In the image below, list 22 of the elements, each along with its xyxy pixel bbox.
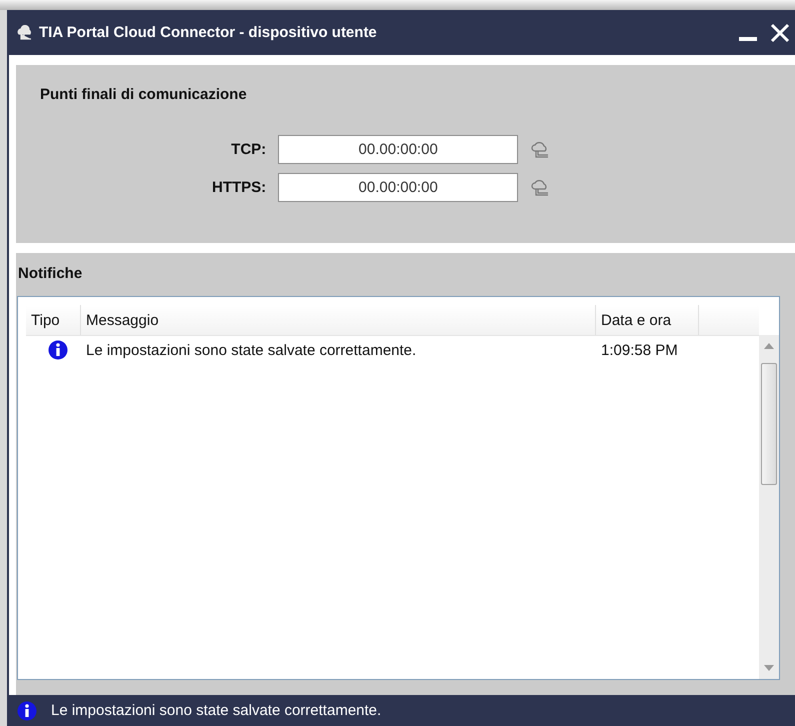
window-title: TIA Portal Cloud Connector - dispositivo utente [39,24,377,41]
field-label: HTTPS: [212,179,266,196]
close-icon[interactable] [769,22,791,44]
table-cell-text: 1:09:58 PM [600,342,679,358]
section-title: Notifiche [17,264,84,282]
section-title: Punti finali di comunicazione [40,85,248,103]
column-header[interactable]: Data e ora [596,305,699,335]
field-label: TCP: [230,141,266,158]
status-message: Le impostazioni sono state salvate correttamente. [51,702,382,719]
scroll-up-icon[interactable] [764,343,774,349]
endpoint-field[interactable]: 00.00:00:00 [278,173,518,202]
scrollbar[interactable] [759,335,779,679]
column-header[interactable]: Messaggio [81,305,596,335]
cloud-icon[interactable] [530,178,550,198]
table-cell-text: Le impostazioni sono state salvate correttamente. [85,342,418,358]
scroll-thumb[interactable] [761,363,777,485]
column-header[interactable]: Tipo [26,305,81,335]
scroll-down-icon[interactable] [764,665,774,671]
info-icon [48,340,68,360]
info-icon [17,700,37,720]
endpoint-field[interactable]: 00.00:00:00 [278,135,518,164]
cloud-icon[interactable] [530,140,550,160]
